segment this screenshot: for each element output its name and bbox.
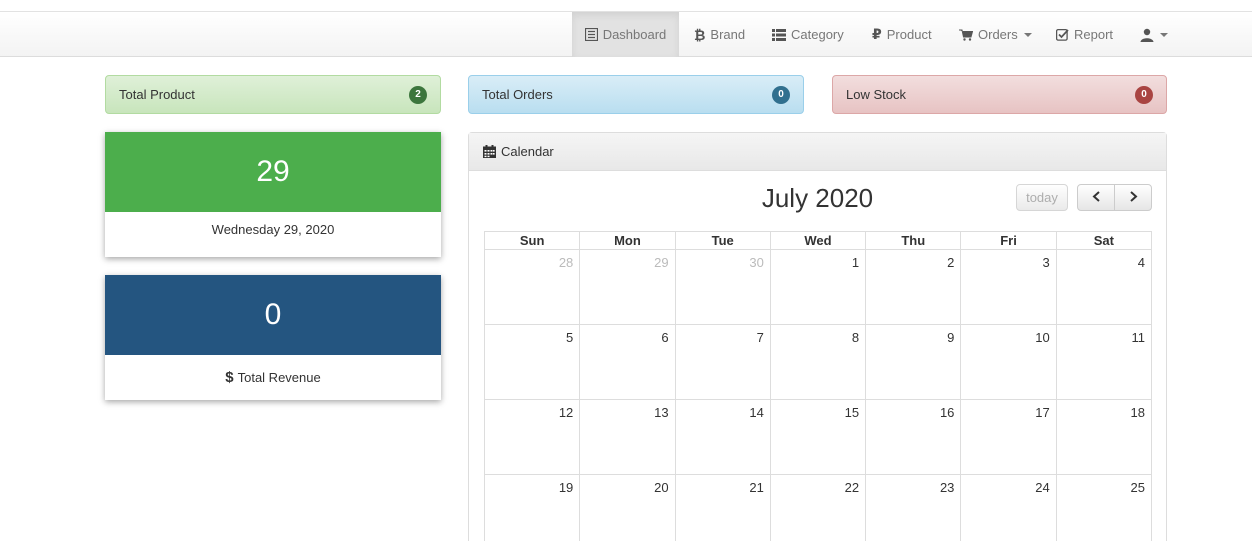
calendar-day-cell[interactable]: 25: [1055, 474, 1153, 541]
weekday-header: Sun: [483, 231, 581, 250]
calendar-day-cell[interactable]: 9: [865, 324, 962, 400]
calendar-day-cell[interactable]: 6: [579, 324, 676, 400]
weekday-header: Thu: [865, 231, 962, 250]
calendar-day-cell[interactable]: 21: [674, 474, 771, 541]
chevron-left-icon: [1092, 190, 1101, 205]
weekday-header-row: Sun Mon Tue Wed Thu Fri Sat: [483, 231, 1153, 250]
cart-icon: [959, 29, 973, 41]
weekday-header: Mon: [579, 231, 676, 250]
calendar-day-cell[interactable]: 22: [769, 474, 867, 541]
date-card: 29 Wednesday 29, 2020: [105, 132, 441, 257]
total-orders-alert[interactable]: Total Orders 0: [468, 75, 804, 114]
calendar-day-cell[interactable]: 3: [960, 249, 1057, 325]
calendar-day-cell[interactable]: 23: [865, 474, 962, 541]
nav-orders-label: Orders: [978, 27, 1018, 42]
calendar-week-row: 12 13 14 15 16 17 18: [483, 399, 1153, 475]
chevron-down-icon: [1023, 32, 1032, 37]
calendar-heading-label: Calendar: [501, 144, 554, 159]
chevron-right-icon: [1129, 190, 1138, 205]
calendar-day-cell[interactable]: 24: [960, 474, 1057, 541]
calendar-day-cell[interactable]: 19: [483, 474, 581, 541]
low-stock-label: Low Stock: [846, 87, 906, 102]
nav-category[interactable]: Category: [772, 12, 844, 57]
low-stock-alert[interactable]: Low Stock 0: [832, 75, 1167, 114]
total-orders-label: Total Orders: [482, 87, 553, 102]
date-card-label: Wednesday 29, 2020: [211, 222, 335, 237]
calendar-day-cell[interactable]: 11: [1055, 324, 1153, 400]
calendar-day-cell[interactable]: 17: [960, 399, 1057, 475]
total-product-alert[interactable]: Total Product 2: [105, 75, 441, 114]
weekday-header: Fri: [960, 231, 1057, 250]
calendar-day-cell[interactable]: 30: [674, 249, 771, 325]
calendar-day-cell[interactable]: 20: [579, 474, 676, 541]
nav-orders[interactable]: Orders: [959, 12, 1032, 57]
weekday-header: Wed: [769, 231, 867, 250]
calendar-panel-heading: Calendar: [469, 133, 1166, 171]
weekday-header: Sat: [1055, 231, 1153, 250]
calendar-day-cell[interactable]: 2: [865, 249, 962, 325]
revenue-card-footer: $ Total Revenue: [105, 355, 441, 400]
ruble-icon: ₽: [872, 26, 882, 42]
nav-dashboard[interactable]: Dashboard: [572, 12, 679, 57]
nav-category-label: Category: [791, 27, 844, 42]
total-product-label: Total Product: [119, 87, 195, 102]
calendar-day-cell[interactable]: 4: [1055, 249, 1153, 325]
nav-product[interactable]: ₽ Product: [872, 12, 932, 57]
user-icon: [1140, 28, 1154, 42]
nav-report[interactable]: Report: [1056, 12, 1113, 57]
calendar-week-row: 5 6 7 8 9 10 11: [483, 324, 1153, 400]
total-orders-badge: 0: [772, 85, 790, 104]
calendar-day-cell[interactable]: 1: [769, 249, 867, 325]
dashboard-icon: [584, 28, 598, 41]
calendar-week-row: 28 29 30 1 2 3 4: [483, 249, 1153, 325]
calendar-day-cell[interactable]: 13: [579, 399, 676, 475]
calendar-day-cell[interactable]: 12: [483, 399, 581, 475]
nav-product-label: Product: [886, 27, 932, 42]
nav-brand-label: Brand: [710, 27, 746, 42]
calendar-day-cell[interactable]: 29: [579, 249, 676, 325]
calendar-day-cell[interactable]: 18: [1055, 399, 1153, 475]
calendar-panel: Calendar July 2020 today Sun Mon Tue Wed…: [468, 132, 1167, 541]
calendar-day-cell[interactable]: 5: [483, 324, 581, 400]
calendar-day-cell[interactable]: 16: [865, 399, 962, 475]
calendar-day-cell[interactable]: 8: [769, 324, 867, 400]
calendar-icon: [483, 145, 496, 158]
calendar-week-row: 19 20 21 22 23 24 25: [483, 474, 1153, 541]
nav-brand[interactable]: ₿ Brand: [694, 12, 745, 57]
calendar-day-cell[interactable]: 10: [960, 324, 1057, 400]
calendar-day-cell[interactable]: 15: [769, 399, 867, 475]
date-card-value: 29: [105, 132, 441, 212]
calendar-day-cell[interactable]: 28: [483, 249, 581, 325]
total-product-badge: 2: [409, 85, 427, 104]
calendar-day-cell[interactable]: 7: [674, 324, 771, 400]
list-icon: [772, 28, 786, 41]
next-month-button[interactable]: [1114, 184, 1152, 211]
top-navbar: Dashboard ₿ Brand Category ₽ Product Ord…: [0, 11, 1252, 57]
bitcoin-icon: ₿: [694, 26, 706, 43]
low-stock-badge: 0: [1135, 85, 1153, 104]
revenue-card-label: Total Revenue: [237, 370, 321, 385]
dollar-icon: $: [225, 369, 234, 386]
chevron-down-icon: [1160, 32, 1168, 37]
nav-report-label: Report: [1074, 27, 1114, 42]
revenue-card: 0 $ Total Revenue: [105, 275, 441, 400]
check-square-icon: [1056, 28, 1069, 41]
prev-month-button[interactable]: [1077, 184, 1115, 211]
nav-dashboard-label: Dashboard: [602, 27, 667, 42]
calendar-day-cell[interactable]: 14: [674, 399, 771, 475]
weekday-header: Tue: [674, 231, 771, 250]
nav-user-menu[interactable]: [1140, 12, 1168, 57]
today-button[interactable]: today: [1016, 184, 1068, 211]
calendar-grid: Sun Mon Tue Wed Thu Fri Sat 28 29 30 1 2…: [483, 231, 1153, 541]
revenue-card-value: 0: [105, 275, 441, 355]
